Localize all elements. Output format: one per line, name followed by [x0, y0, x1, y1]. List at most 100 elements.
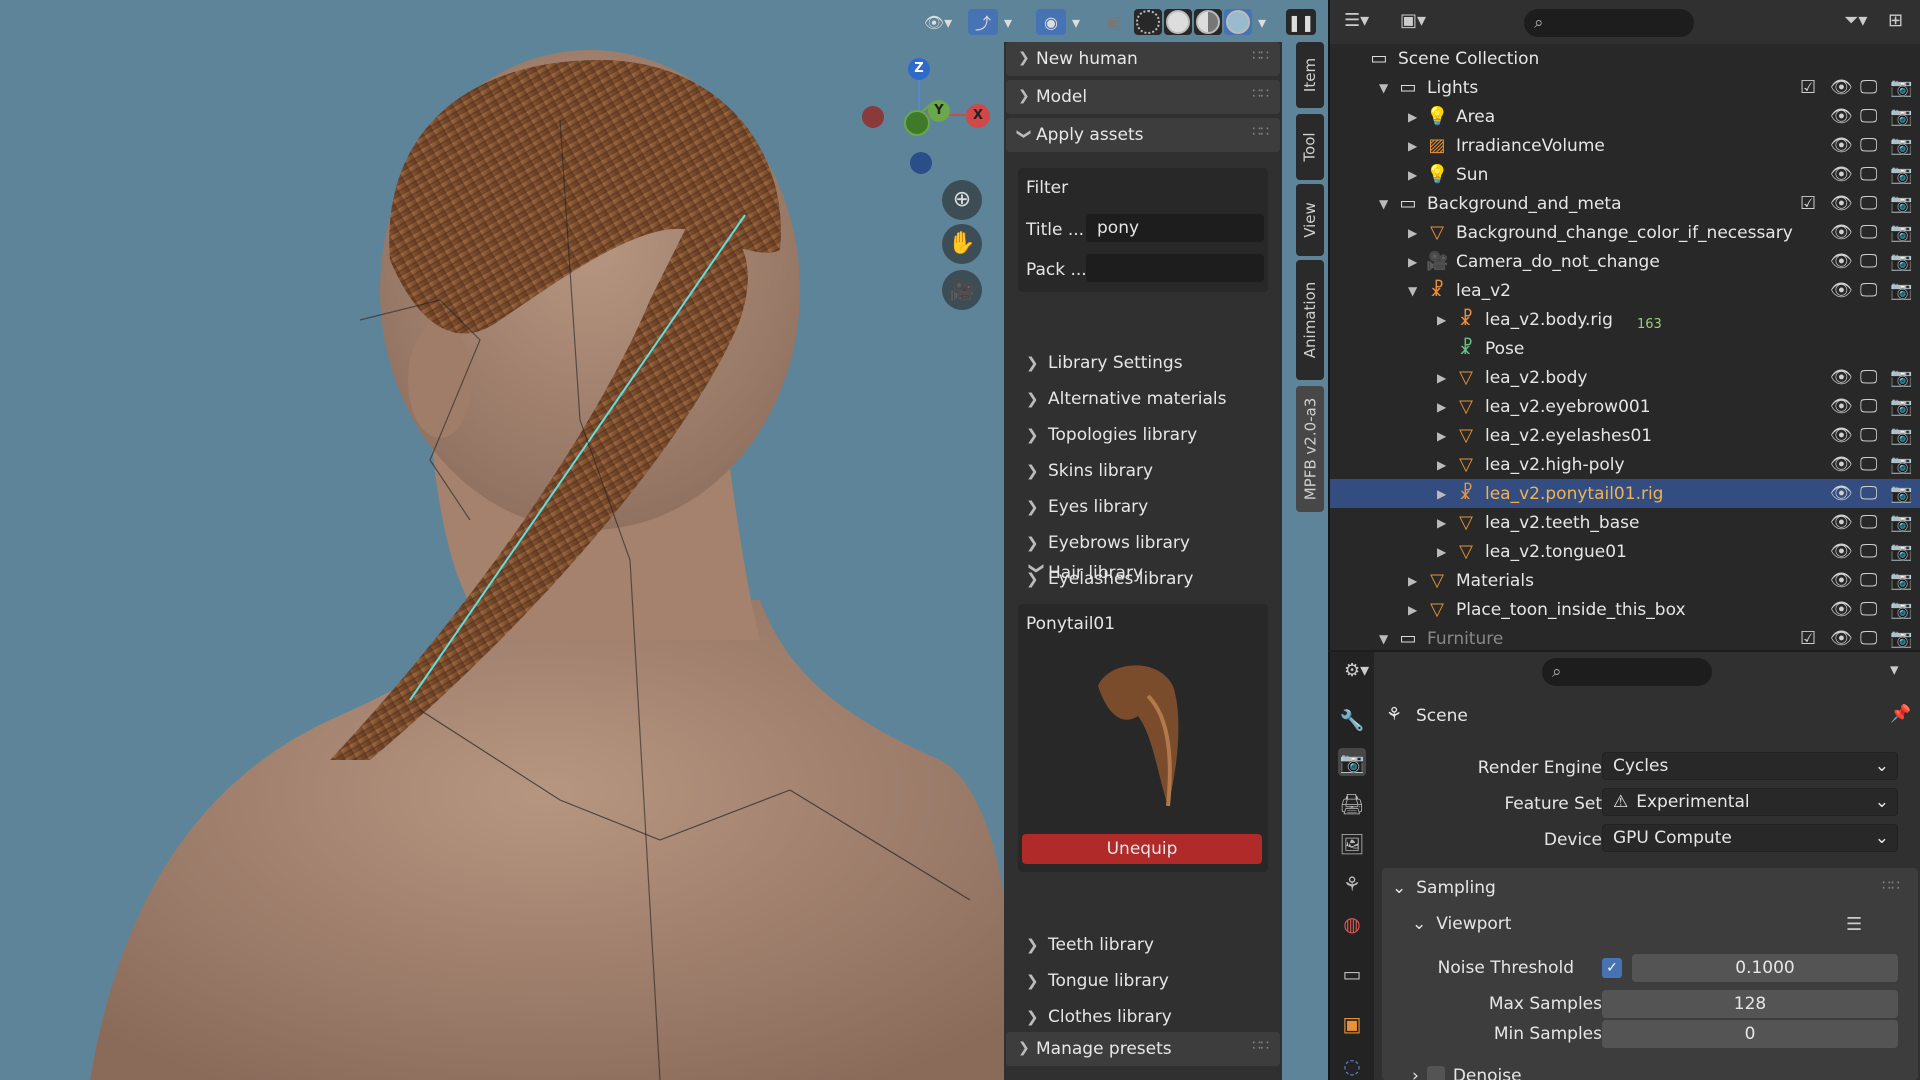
monitor-icon[interactable]: 🖵: [1860, 454, 1877, 475]
eye-icon[interactable]: 👁: [1830, 135, 1853, 156]
pin-icon[interactable]: 📌: [1890, 704, 1911, 724]
eye-icon[interactable]: 👁: [1830, 454, 1853, 475]
eye-icon[interactable]: 👁: [1830, 628, 1853, 648]
gizmo-dropdown-icon[interactable]: ▾: [1000, 9, 1016, 35]
gizmo-toggle-icon[interactable]: ⤴: [968, 9, 998, 35]
visibility-menu-icon[interactable]: 👁▾: [918, 9, 958, 35]
outliner-row[interactable]: ▼ ▭ Furniture ☑ 👁 🖵 📷: [1330, 624, 1920, 649]
library-item-eyebrows-library[interactable]: ❯ Eyebrows library: [1026, 528, 1190, 558]
new-collection-icon[interactable]: ⊞: [1888, 10, 1903, 31]
outliner-row[interactable]: ▶ 💡 Sun 👁 🖵 📷: [1330, 160, 1920, 189]
max-samples-field[interactable]: 128: [1602, 990, 1898, 1018]
eye-icon[interactable]: 👁: [1830, 280, 1853, 301]
outliner-row[interactable]: ▶ 🎥 Camera_do_not_change 👁 🖵 📷: [1330, 247, 1920, 276]
eye-icon[interactable]: 👁: [1830, 251, 1853, 272]
outliner-row[interactable]: ▶ ▽ lea_v2.tongue01 👁 🖵 📷: [1330, 537, 1920, 566]
pause-render-icon[interactable]: ❚❚: [1286, 9, 1316, 35]
library-item-tongue-library[interactable]: ❯ Tongue library: [1026, 966, 1169, 996]
tool-tab-icon[interactable]: 🔧: [1338, 706, 1366, 734]
expand-right-icon[interactable]: ▶: [1437, 458, 1446, 472]
props-search-input[interactable]: ⌕: [1542, 658, 1712, 686]
render-camera-icon[interactable]: 📷: [1890, 483, 1912, 504]
library-item-topologies-library[interactable]: ❯ Topologies library: [1026, 420, 1197, 450]
outliner-row[interactable]: ▶ ▽ lea_v2.eyebrow001 👁 🖵 📷: [1330, 392, 1920, 421]
noise-threshold-checkbox[interactable]: ✓: [1602, 958, 1622, 978]
monitor-icon[interactable]: 🖵: [1860, 106, 1877, 127]
sampling-section-header[interactable]: ⌄ Sampling: [1392, 878, 1496, 898]
eye-icon[interactable]: 👁: [1830, 367, 1853, 388]
collection-tab-icon[interactable]: ▭: [1338, 960, 1366, 988]
expand-right-icon[interactable]: ▶: [1437, 429, 1446, 443]
outliner-row[interactable]: ▶ 💡 Area 👁 🖵 📷: [1330, 102, 1920, 131]
denoise-subsection-header[interactable]: › Denoise: [1412, 1066, 1522, 1080]
hair-library-header[interactable]: ❯ Hair library: [1026, 558, 1143, 588]
eye-icon[interactable]: 👁: [1830, 77, 1853, 98]
render-camera-icon[interactable]: 📷: [1890, 77, 1912, 98]
render-camera-icon[interactable]: 📷: [1890, 280, 1912, 301]
outliner-row[interactable]: ▶ ▽ lea_v2.body 👁 🖵 📷: [1330, 363, 1920, 392]
expand-down-icon[interactable]: ▼: [1379, 632, 1388, 646]
expand-right-icon[interactable]: ▶: [1437, 487, 1446, 501]
monitor-icon[interactable]: 🖵: [1860, 77, 1877, 98]
render-camera-icon[interactable]: 📷: [1890, 251, 1912, 272]
eye-icon[interactable]: 👁: [1830, 425, 1853, 446]
drag-grip-icon[interactable]: ∷∷: [1882, 878, 1900, 894]
render-camera-icon[interactable]: 📷: [1890, 222, 1912, 243]
outliner-row[interactable]: ▶ ▽ Materials 👁 🖵 📷: [1330, 566, 1920, 595]
pan-hand-icon[interactable]: ✋: [942, 224, 982, 264]
monitor-icon[interactable]: 🖵: [1860, 280, 1877, 301]
library-item-eyes-library[interactable]: ❯ Eyes library: [1026, 492, 1148, 522]
xray-toggle-icon[interactable]: ▣: [1100, 9, 1128, 35]
navigation-gizmo[interactable]: Z Y X: [858, 56, 990, 186]
monitor-icon[interactable]: 🖵: [1860, 512, 1877, 533]
expand-down-icon[interactable]: ▼: [1408, 284, 1417, 298]
shading-material-icon[interactable]: [1194, 9, 1222, 35]
outliner-row[interactable]: ▶ ▽ lea_v2.eyelashes01 👁 🖵 📷: [1330, 421, 1920, 450]
library-item-library-settings[interactable]: ❯ Library Settings: [1026, 348, 1183, 378]
monitor-icon[interactable]: 🖵: [1860, 396, 1877, 417]
expand-right-icon[interactable]: ▶: [1437, 400, 1446, 414]
min-samples-field[interactable]: 0: [1602, 1020, 1898, 1048]
exclude-checkbox-icon[interactable]: ☑: [1800, 193, 1816, 214]
eye-icon[interactable]: 👁: [1830, 193, 1853, 214]
outliner-row[interactable]: ▶ ▽ lea_v2.high-poly 👁 🖵 📷: [1330, 450, 1920, 479]
gizmo-neg-z-icon[interactable]: [910, 152, 932, 174]
library-item-teeth-library[interactable]: ❯ Teeth library: [1026, 930, 1154, 960]
zoom-icon[interactable]: ⊕: [942, 180, 982, 220]
render-engine-dropdown[interactable]: Cycles ⌄: [1602, 752, 1898, 780]
outliner-search-input[interactable]: ⌕: [1524, 9, 1694, 37]
monitor-icon[interactable]: 🖵: [1860, 599, 1877, 620]
model-panel-header[interactable]: ❯ Model ∷∷: [1006, 80, 1280, 114]
tab-item[interactable]: Item: [1296, 42, 1324, 108]
expand-right-icon[interactable]: ▶: [1408, 139, 1417, 153]
exclude-checkbox-icon[interactable]: ☑: [1800, 628, 1816, 648]
device-dropdown[interactable]: GPU Compute ⌄: [1602, 824, 1898, 852]
drag-grip-icon[interactable]: ∷∷: [1252, 1038, 1269, 1054]
title-filter-input[interactable]: pony: [1086, 214, 1264, 242]
library-item-alternative-materials[interactable]: ❯ Alternative materials: [1026, 384, 1226, 414]
manage-presets-panel-header[interactable]: ❯ Manage presets ∷∷: [1006, 1032, 1280, 1066]
exclude-checkbox-icon[interactable]: ☑: [1800, 77, 1816, 98]
monitor-icon[interactable]: 🖵: [1860, 135, 1877, 156]
gizmo-x-icon[interactable]: X: [966, 104, 990, 128]
render-camera-icon[interactable]: 📷: [1890, 628, 1912, 648]
render-camera-icon[interactable]: 📷: [1890, 193, 1912, 214]
shading-solid-icon[interactable]: [1164, 9, 1192, 35]
expand-right-icon[interactable]: ▶: [1408, 603, 1417, 617]
monitor-icon[interactable]: 🖵: [1860, 483, 1877, 504]
props-options-icon[interactable]: ▾: [1890, 660, 1899, 680]
unequip-button[interactable]: Unequip: [1022, 834, 1262, 864]
expand-right-icon[interactable]: ▶: [1408, 255, 1417, 269]
shading-dropdown-icon[interactable]: ▾: [1254, 9, 1270, 35]
outliner-row[interactable]: ▭ Scene Collection: [1330, 44, 1920, 73]
expand-right-icon[interactable]: ▶: [1408, 574, 1417, 588]
eye-icon[interactable]: 👁: [1830, 541, 1853, 562]
monitor-icon[interactable]: 🖵: [1860, 541, 1877, 562]
outliner-row[interactable]: ▼ ☧ lea_v2 👁 🖵 📷: [1330, 276, 1920, 305]
gizmo-z-icon[interactable]: Z: [908, 58, 930, 80]
expand-right-icon[interactable]: ▶: [1437, 371, 1446, 385]
render-camera-icon[interactable]: 📷: [1890, 396, 1912, 417]
outliner-row[interactable]: ▶ ▽ lea_v2.teeth_base 👁 🖵 📷: [1330, 508, 1920, 537]
monitor-icon[interactable]: 🖵: [1860, 367, 1877, 388]
modifier-tab-icon[interactable]: ◌: [1338, 1052, 1366, 1080]
